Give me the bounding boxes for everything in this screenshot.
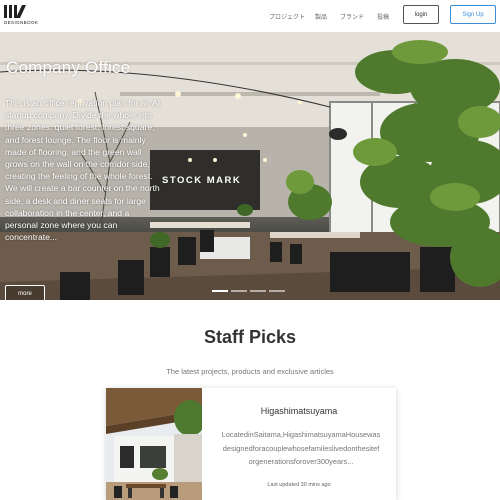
hero-description: This is an office renovation plan for an… (5, 98, 161, 243)
card-description: LocatedinSaitama,HigashimatsuyamaHousewa… (221, 430, 381, 466)
section-title: Staff Picks (203, 327, 297, 347)
card-updated-time: Last updated 30 mins ago (267, 482, 331, 488)
card-house-image (106, 388, 202, 500)
hero-title: Company Office (6, 58, 131, 77)
carousel-indicators (212, 290, 285, 292)
carousel-dot-4[interactable] (269, 290, 285, 292)
nav-item-projects[interactable]: プロジェクト (269, 12, 305, 21)
carousel-dot-1[interactable] (212, 290, 228, 292)
staff-pick-card[interactable]: Higashimatsuyama LocatedinSaitama,Higash… (106, 388, 396, 500)
card-title[interactable]: Higashimatsuyama (202, 406, 396, 416)
nav-item-brands[interactable]: ブランド (340, 12, 364, 21)
logo-text: DESIGNBOOK (4, 20, 39, 25)
hero-more-button[interactable]: more (5, 285, 45, 300)
top-header: DESIGNBOOK プロジェクト 製品 ブランド 投稿 login Sign … (0, 0, 500, 32)
login-button[interactable]: login (403, 5, 439, 24)
brand-logo[interactable]: DESIGNBOOK (4, 5, 39, 27)
nav-item-products[interactable]: 製品 (315, 12, 327, 21)
logo-mark-icon (4, 5, 34, 18)
carousel-dot-2[interactable] (231, 290, 247, 292)
signup-button[interactable]: Sign Up (450, 5, 496, 24)
hero-carousel: STOCK MARK Company Office This is an off… (0, 32, 500, 300)
carousel-dot-3[interactable] (250, 290, 266, 292)
nav-item-posts[interactable]: 投稿 (377, 12, 389, 21)
section-subtitle: The latest projects, products and exclus… (166, 367, 334, 376)
hero-wall-sign: STOCK MARK (162, 175, 242, 186)
